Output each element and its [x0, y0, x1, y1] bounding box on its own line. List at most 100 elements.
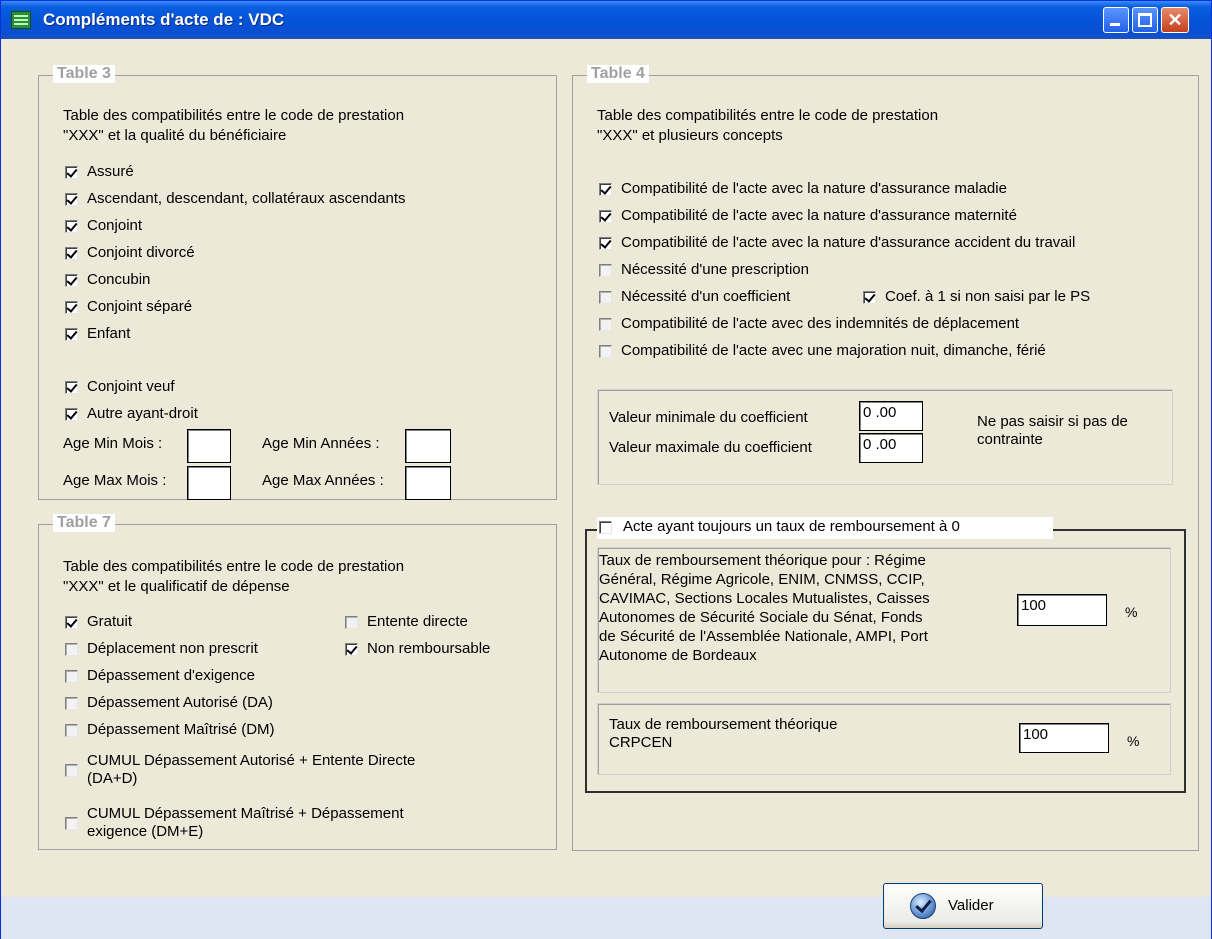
table4-item-5-label: Coef. à 1 si non saisi par le PS — [885, 288, 1091, 305]
age-min-annees-input[interactable] — [405, 429, 451, 463]
dialog-window: Compléments d'acte de : VDC ✕ Table 3 Ta… — [0, 0, 1212, 939]
coef-note-line2: contrainte — [977, 431, 1043, 448]
table3-description-line2: "XXX" et la qualité du bénéficiaire — [63, 127, 287, 144]
taux-zero-label: Acte ayant toujours un taux de rembourse… — [623, 518, 960, 535]
age-max-annees-input[interactable] — [405, 466, 451, 500]
table7-item-7-checkbox[interactable] — [65, 764, 78, 777]
table7-item-8-checkbox[interactable] — [65, 817, 78, 830]
table4-item-5-checkbox[interactable] — [863, 291, 876, 304]
table3-item-5-label: Conjoint séparé — [87, 298, 193, 315]
maximize-icon — [1138, 13, 1152, 27]
table7-item-7-label-line2: (DA+D) — [87, 770, 138, 787]
table3-item-4-label: Concubin — [87, 271, 151, 288]
table7-item-6-label: Dépassement Maîtrisé (DM) — [87, 721, 275, 738]
table4-item-6-checkbox[interactable] — [599, 318, 612, 331]
taux-crpcen-input[interactable]: 100 — [1019, 723, 1109, 753]
valider-label: Valider — [948, 897, 994, 914]
close-icon: ✕ — [1167, 10, 1183, 30]
table3-description-line1: Table des compatibilités entre le code d… — [63, 107, 405, 124]
table3-item-7-checkbox[interactable] — [65, 381, 78, 394]
table7-item-7-label: CUMUL Dépassement Autorisé + Entente Dir… — [87, 752, 416, 769]
taux-general-line-5: Autonome de Bordeaux — [599, 647, 757, 664]
table4-description-line1: Table des compatibilités entre le code d… — [597, 107, 939, 124]
table3-item-6-checkbox[interactable] — [65, 328, 78, 341]
table7-item-6-checkbox[interactable] — [65, 724, 78, 737]
age-min-mois-input[interactable] — [187, 429, 231, 463]
valider-button[interactable]: Valider — [883, 883, 1043, 929]
table4-item-4-label: Nécessité d'un coefficient — [621, 288, 791, 305]
table3-item-8-label: Autre ayant-droit — [87, 405, 198, 422]
table3-item-6-label: Enfant — [87, 325, 131, 342]
table7-item-8-label-line2: exigence (DM+E) — [87, 823, 204, 840]
table7-item-2-label: Déplacement non prescrit — [87, 640, 258, 657]
taux-general-line-0: Taux de remboursement théorique pour : R… — [599, 552, 926, 569]
table7-item-0-checkbox[interactable] — [65, 616, 78, 629]
title-bar[interactable]: Compléments d'acte de : VDC ✕ — [1, 1, 1211, 39]
table7-item-5-label: Dépassement Autorisé (DA) — [87, 694, 273, 711]
table7-item-1-checkbox[interactable] — [345, 616, 358, 629]
table7-item-0-label: Gratuit — [87, 613, 133, 630]
taux-general-line-4: de Sécurité de l'Assemblée Nationale, AM… — [599, 628, 928, 645]
table4-item-0-checkbox[interactable] — [599, 183, 612, 196]
table4-item-0-label: Compatibilité de l'acte avec la nature d… — [621, 180, 1007, 197]
table3-item-3-label: Conjoint divorcé — [87, 244, 195, 261]
table3-item-5-checkbox[interactable] — [65, 301, 78, 314]
table3-item-1-checkbox[interactable] — [65, 193, 78, 206]
table4-item-7-label: Compatibilité de l'acte avec une majorat… — [621, 342, 1046, 359]
table4-item-7-checkbox[interactable] — [599, 345, 612, 358]
taux-general-input[interactable]: 100 — [1017, 594, 1107, 626]
table3-item-0-label: Assuré — [87, 163, 134, 180]
window-title: Compléments d'acte de : VDC — [43, 10, 285, 29]
table7-item-4-checkbox[interactable] — [65, 670, 78, 683]
table7-item-5-checkbox[interactable] — [65, 697, 78, 710]
taux-general-line-2: CAVIMAC, Sections Locales Mutualistes, C… — [599, 590, 930, 607]
table3-item-2-checkbox[interactable] — [65, 220, 78, 233]
age-min-annees-label: Age Min Années : — [262, 435, 380, 452]
minimize-button[interactable] — [1103, 7, 1129, 33]
table7-description-line1: Table des compatibilités entre le code d… — [63, 558, 405, 575]
table4-legend: Table 4 — [587, 65, 649, 83]
taux-general-line-3: Autonomes de Sécurité Sociale du Sénat, … — [599, 609, 923, 626]
taux-crpcen-line2: CRPCEN — [609, 734, 673, 751]
table7-item-1-label: Entente directe — [367, 613, 468, 630]
table3-item-1-label: Ascendant, descendant, collatéraux ascen… — [87, 190, 406, 207]
coef-min-label: Valeur minimale du coefficient — [609, 409, 808, 426]
table7-item-3-label: Non remboursable — [367, 640, 491, 657]
table7-item-4-label: Dépassement d'exigence — [87, 667, 255, 684]
table4-description-line2: "XXX" et plusieurs concepts — [597, 127, 783, 144]
table4-item-1-checkbox[interactable] — [599, 210, 612, 223]
age-max-annees-label: Age Max Années : — [262, 472, 384, 489]
table4-item-4-checkbox[interactable] — [599, 291, 612, 304]
minimize-icon — [1110, 23, 1120, 26]
table3-legend: Table 3 — [53, 65, 115, 83]
table3-item-0-checkbox[interactable] — [65, 166, 78, 179]
table7-item-2-checkbox[interactable] — [65, 643, 78, 656]
table7-description-line2: "XXX" et le qualificatif de dépense — [63, 578, 290, 595]
coef-max-input[interactable]: 0 .00 — [859, 433, 923, 463]
age-max-mois-input[interactable] — [187, 466, 231, 500]
table4-item-2-checkbox[interactable] — [599, 237, 612, 250]
table3-item-7-label: Conjoint veuf — [87, 378, 175, 395]
coef-max-label: Valeur maximale du coefficient — [609, 439, 812, 456]
table7-item-8-label: CUMUL Dépassement Maîtrisé + Dépassement — [87, 805, 404, 822]
taux-crpcen-percent: % — [1127, 733, 1140, 749]
table3-item-8-checkbox[interactable] — [65, 408, 78, 421]
taux-general-line-1: Général, Régime Agricole, ENIM, CNMSS, C… — [599, 571, 925, 588]
table4-item-2-label: Compatibilité de l'acte avec la nature d… — [621, 234, 1076, 251]
app-icon — [11, 11, 31, 29]
table7-item-3-checkbox[interactable] — [345, 643, 358, 656]
table3-item-3-checkbox[interactable] — [65, 247, 78, 260]
maximize-button[interactable] — [1132, 7, 1158, 33]
taux-header: Acte ayant toujours un taux de rembourse… — [597, 517, 1053, 539]
table3-item-4-checkbox[interactable] — [65, 274, 78, 287]
taux-crpcen-line1: Taux de remboursement théorique — [609, 716, 838, 733]
coef-min-input[interactable]: 0 .00 — [859, 401, 923, 431]
coef-note-line1: Ne pas saisir si pas de — [977, 413, 1128, 430]
close-button[interactable]: ✕ — [1161, 7, 1189, 33]
table4-item-3-checkbox[interactable] — [599, 264, 612, 277]
taux-zero-checkbox[interactable] — [599, 521, 612, 534]
age-max-mois-label: Age Max Mois : — [63, 472, 167, 489]
taux-general-percent: % — [1125, 604, 1138, 620]
age-min-mois-label: Age Min Mois : — [63, 435, 163, 452]
table4-item-1-label: Compatibilité de l'acte avec la nature d… — [621, 207, 1017, 224]
